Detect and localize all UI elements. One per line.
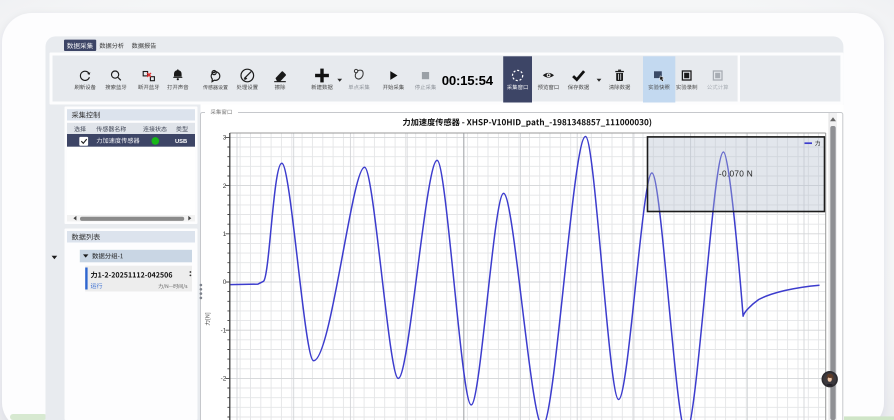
svg-text:-2: -2 xyxy=(221,376,227,383)
svg-text:00:15:54: 00:15:54 xyxy=(442,73,494,88)
svg-text:USB: USB xyxy=(175,139,187,145)
svg-text:-1: -1 xyxy=(221,327,227,334)
svg-text:3: 3 xyxy=(223,135,227,142)
svg-text:1: 1 xyxy=(223,231,227,238)
svg-text:2: 2 xyxy=(223,183,227,190)
svg-text:-0.070 N: -0.070 N xyxy=(719,168,753,178)
svg-text:0: 0 xyxy=(223,279,227,286)
